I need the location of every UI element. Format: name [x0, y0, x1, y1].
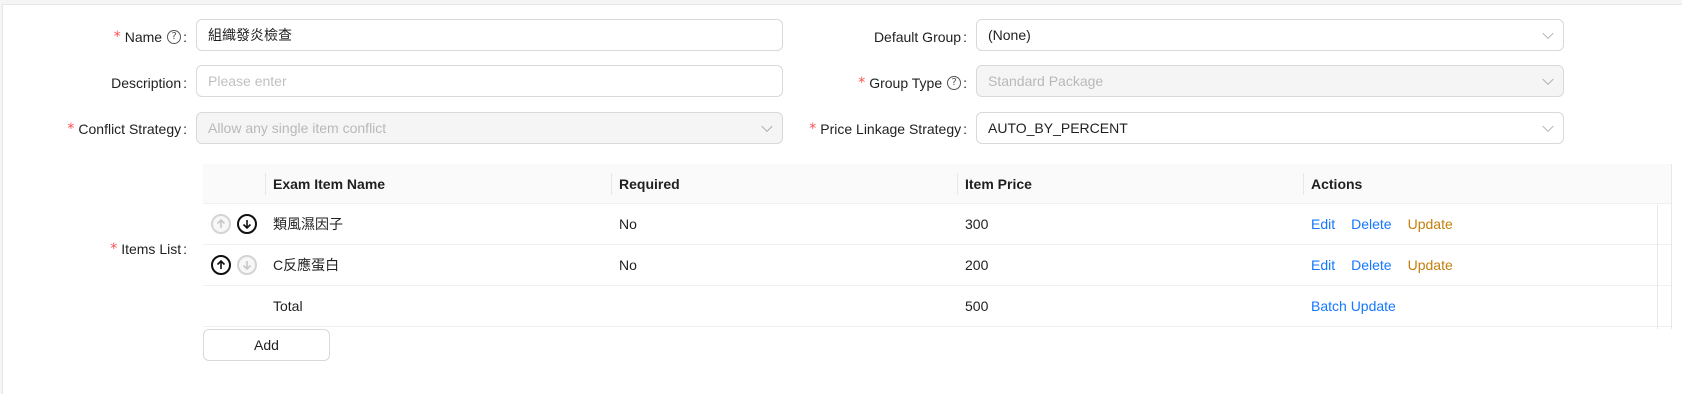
conflict-strategy-value: Allow any single item conflict — [208, 120, 387, 136]
exam-item-name-cell: C反應蛋白 — [265, 245, 611, 285]
items-list-label-text: Items List — [121, 241, 182, 257]
sort-cell — [203, 245, 265, 285]
delete-link[interactable]: Delete — [1351, 216, 1391, 232]
items-list-label: * Items List : — [110, 241, 187, 257]
required-value: No — [619, 257, 637, 273]
required-value: No — [619, 216, 637, 232]
chevron-down-icon — [1542, 73, 1554, 86]
scrollbar-cell — [1657, 286, 1671, 326]
header-label: Item Price — [965, 175, 1032, 192]
default-group-label: Default Group : — [873, 29, 967, 45]
default-group-select[interactable]: (None) — [976, 19, 1564, 51]
description-label-text: Description — [111, 75, 182, 91]
add-button[interactable]: Add — [203, 329, 330, 361]
group-type-value: Standard Package — [988, 73, 1104, 89]
total-label-cell: Total — [265, 286, 611, 326]
total-price: 500 — [965, 298, 989, 314]
required-star: * — [113, 29, 121, 45]
item-price-cell: 300 — [957, 204, 1303, 244]
sort-cell — [203, 286, 265, 326]
group-type-label: * Group Type ? : — [858, 75, 967, 91]
exam-item-name-cell: 類風濕因子 — [265, 204, 611, 244]
exam-item-name: C反應蛋白 — [273, 257, 340, 273]
edit-link[interactable]: Edit — [1311, 257, 1335, 273]
header-label: Required — [619, 175, 680, 192]
default-group-label-text: Default Group — [873, 29, 962, 45]
sort-cell — [203, 204, 265, 244]
chevron-down-icon — [1542, 27, 1554, 40]
total-label: Total — [273, 298, 303, 314]
required-star: * — [809, 121, 817, 137]
edit-link[interactable]: Edit — [1311, 216, 1335, 232]
required-star: * — [67, 121, 75, 137]
item-price: 300 — [965, 216, 989, 232]
chevron-down-icon — [761, 120, 773, 133]
table-header: Exam Item Name Required Item Price Actio… — [203, 164, 1671, 204]
table-row: C反應蛋白 No 200 Edit Delete Update — [203, 245, 1671, 286]
header-cell-exam-item-name: Exam Item Name — [265, 164, 611, 203]
header-label: Actions — [1311, 175, 1363, 192]
header-cell-sort — [203, 164, 265, 203]
delete-link[interactable]: Delete — [1351, 257, 1391, 273]
description-input[interactable]: Please enter — [196, 65, 783, 97]
conflict-strategy-label-text: Conflict Strategy — [78, 121, 182, 137]
description-placeholder: Please enter — [208, 73, 287, 89]
price-linkage-strategy-value: AUTO_BY_PERCENT — [988, 120, 1128, 136]
description-label: Description : — [111, 75, 187, 91]
name-input[interactable]: 組織發炎檢查 — [196, 19, 783, 51]
table-right-border — [1671, 164, 1672, 329]
actions-cell: Edit Delete Update — [1303, 245, 1657, 285]
required-star: * — [858, 75, 866, 91]
price-linkage-strategy-label: * Price Linkage Strategy : — [809, 121, 967, 137]
exam-item-name: 類風濕因子 — [273, 216, 343, 232]
required-cell: No — [611, 245, 957, 285]
group-type-label-text: Group Type — [869, 75, 943, 91]
move-up-icon[interactable] — [211, 255, 231, 275]
scrollbar-cell — [1657, 245, 1671, 285]
table-scroll-divider — [1657, 205, 1658, 329]
chevron-down-icon — [1542, 120, 1554, 133]
header-label: Exam Item Name — [273, 175, 386, 192]
scrollbar-cell — [1657, 204, 1671, 244]
move-up-icon[interactable] — [211, 214, 231, 234]
total-price-cell: 500 — [957, 286, 1303, 326]
conflict-strategy-label: * Conflict Strategy : — [67, 121, 187, 137]
header-cell-required: Required — [611, 164, 957, 203]
table-row: 類風濕因子 No 300 Edit Delete Update — [203, 204, 1671, 245]
move-down-icon[interactable] — [237, 214, 257, 234]
update-link[interactable]: Update — [1408, 216, 1453, 232]
group-type-select[interactable]: Standard Package — [976, 65, 1564, 97]
item-price: 200 — [965, 257, 989, 273]
name-input-value: 組織發炎檢查 — [208, 27, 292, 43]
header-cell-item-price: Item Price — [957, 164, 1303, 203]
batch-update-link[interactable]: Batch Update — [1311, 298, 1396, 314]
update-link[interactable]: Update — [1408, 257, 1453, 273]
table-total-row: Total 500 Batch Update — [203, 286, 1671, 327]
header-cell-actions: Actions — [1303, 164, 1657, 203]
help-icon[interactable]: ? — [947, 76, 962, 90]
move-down-icon[interactable] — [237, 255, 257, 275]
items-table: Exam Item Name Required Item Price Actio… — [203, 164, 1671, 327]
required-cell: No — [611, 204, 957, 244]
name-label: * Name ? : — [113, 29, 187, 45]
total-actions-cell: Batch Update — [1303, 286, 1657, 326]
required-star: * — [110, 241, 118, 257]
actions-cell: Edit Delete Update — [1303, 204, 1657, 244]
price-linkage-strategy-label-text: Price Linkage Strategy — [820, 121, 962, 137]
help-icon[interactable]: ? — [167, 30, 182, 44]
header-cell-scrollbar — [1657, 164, 1671, 203]
name-label-text: Name — [124, 29, 163, 45]
conflict-strategy-select[interactable]: Allow any single item conflict — [196, 112, 783, 144]
item-price-cell: 200 — [957, 245, 1303, 285]
default-group-value: (None) — [988, 27, 1031, 43]
total-required-cell — [611, 286, 957, 326]
price-linkage-strategy-select[interactable]: AUTO_BY_PERCENT — [976, 112, 1564, 144]
